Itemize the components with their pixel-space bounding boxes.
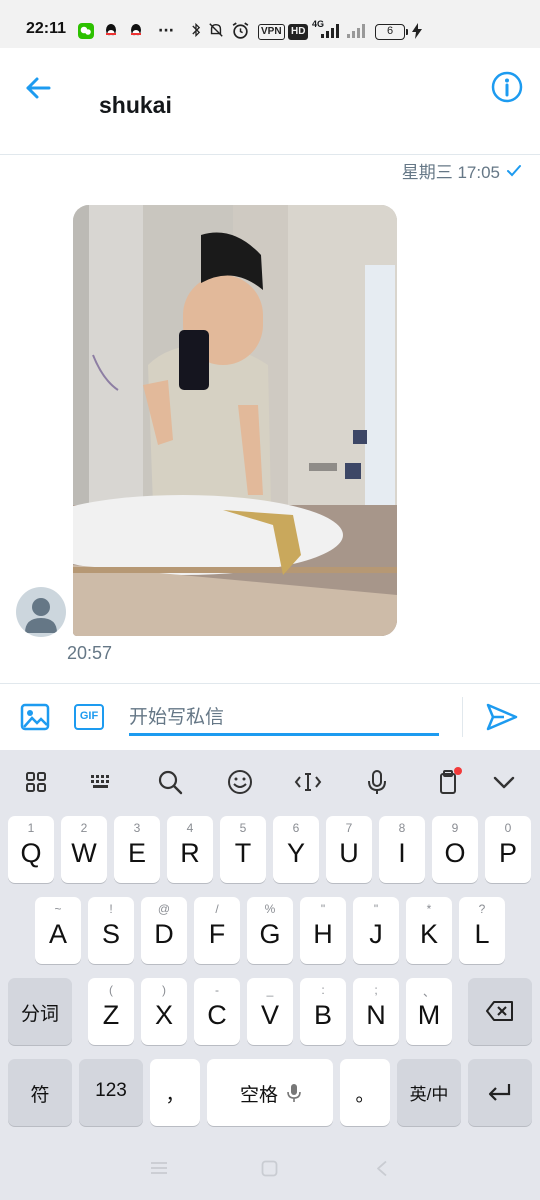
hd-badge: HD [288,24,309,40]
key-w[interactable]: 2W [61,816,107,883]
backspace-key[interactable] [468,978,532,1045]
back-arrow-icon[interactable] [20,70,56,106]
key-y[interactable]: 6Y [273,816,319,883]
message-input[interactable]: 开始写私信 [129,698,439,736]
key-f[interactable]: / F [194,897,240,964]
enter-icon [488,1084,511,1101]
bluetooth-icon [192,22,201,38]
comma-key[interactable]: ， [150,1059,200,1126]
vpn-badge: VPN [258,24,285,40]
menu-icon[interactable] [150,1161,168,1175]
chevron-down-icon[interactable] [488,766,520,798]
info-icon[interactable] [490,70,524,104]
avatar[interactable] [16,587,66,637]
key-i[interactable]: 8I [379,816,425,883]
key-o[interactable]: 9O [432,816,478,883]
status-bar: 22:11 ··· VPN HD 4G 6 [0,0,540,48]
key-g[interactable]: % G [247,897,293,964]
key-s[interactable]: ! S [88,897,134,964]
symbols-key[interactable]: 符 [8,1059,72,1126]
sent-message-meta: 星期三 17:05 [402,158,522,183]
key-p[interactable]: 0P [485,816,531,883]
space-mic-icon [287,1084,301,1102]
conversation-header: shukai [0,48,540,155]
key-v[interactable]: _ V [247,978,293,1045]
key-h[interactable]: " H [300,897,346,964]
back-nav-icon[interactable] [376,1160,388,1177]
keyboard-layout-icon[interactable] [85,766,117,798]
key-d[interactable]: @ D [141,897,187,964]
key-z[interactable]: (Z [88,978,134,1045]
conversation-title: shukai [99,92,172,118]
alarm-icon [232,22,249,39]
composer-divider [462,697,463,737]
signal-2-icon [347,24,365,38]
home-icon[interactable] [261,1160,278,1177]
notification-dot [454,767,462,775]
mirror-selfie-image [73,205,397,636]
apps-grid-icon[interactable] [20,766,52,798]
key-e[interactable]: 3E [114,816,160,883]
default-avatar-icon [25,598,57,633]
key-t[interactable]: 5T [220,816,266,883]
segment-key[interactable]: 分词 [8,978,72,1045]
wechat-icon [78,23,94,39]
mute-bell-icon [209,23,223,37]
numbers-key[interactable]: 123 [79,1059,143,1126]
key-u[interactable]: 7U [326,816,372,883]
backspace-icon [486,1001,513,1021]
checkmark-icon [507,164,521,176]
key-r[interactable]: 4R [167,816,213,883]
system-navigation-bar [0,1143,540,1200]
key-x[interactable]: ) X [141,978,187,1045]
signal-icon [321,24,339,38]
qq-icon [131,24,141,36]
keyboard-toolbar [0,750,540,812]
message-composer: GIF 开始写私信 [0,683,540,750]
key-b[interactable]: :B [300,978,346,1045]
image-icon[interactable] [19,701,51,733]
received-timestamp: 20:57 [67,643,113,663]
search-icon[interactable] [154,766,186,798]
key-n[interactable]: ; N [353,978,399,1045]
qq-icon [106,24,116,36]
language-switch-key[interactable]: 英/中 [397,1059,461,1126]
key-j[interactable]: " J [353,897,399,964]
key-a[interactable]: ~ A [35,897,81,964]
battery-indicator: 6 [375,24,408,40]
period-key[interactable]: 。 [340,1059,390,1126]
key-m[interactable]: 、 M [406,978,452,1045]
gif-button[interactable]: GIF [74,704,104,730]
key-l[interactable]: ? L [459,897,505,964]
more-notifications-icon: ··· [158,23,174,39]
charging-icon [412,23,422,39]
send-icon[interactable] [484,699,520,735]
key-k[interactable]: * K [406,897,452,964]
enter-key[interactable] [468,1059,532,1126]
key-c[interactable]: -C [194,978,240,1045]
sent-timestamp: 星期三 17:05 [401,163,500,182]
microphone-icon[interactable] [361,766,393,798]
key-q[interactable]: 1Q [8,816,54,883]
cursor-move-icon[interactable] [292,766,324,798]
received-photo[interactable] [73,205,397,636]
emoji-icon[interactable] [224,766,256,798]
status-time: 22:11 [26,20,67,37]
space-key[interactable]: 空格 [207,1059,333,1126]
keyboard: 1Q 2W 3E 4R 5T 6Y 7U 8I 9O 0P ~ A ! S @ D /… [0,750,540,1200]
